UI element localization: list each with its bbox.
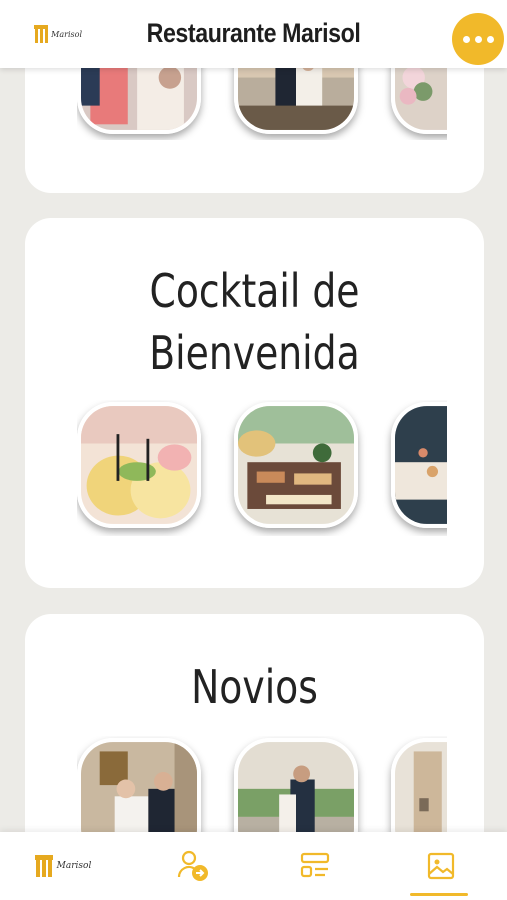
active-tab-indicator bbox=[410, 893, 468, 896]
more-horizontal-icon bbox=[462, 35, 470, 43]
nav-item-guests[interactable] bbox=[130, 832, 256, 900]
section-title: Novios bbox=[191, 660, 318, 714]
logo-mark-icon bbox=[34, 855, 53, 877]
thumbnail-strip bbox=[77, 400, 447, 536]
couple-indoor-photo[interactable] bbox=[77, 738, 201, 832]
section-title-line1: Cocktail de bbox=[149, 264, 360, 318]
flower-decor-photo[interactable] bbox=[391, 60, 447, 134]
couple-outdoor-photo[interactable] bbox=[234, 738, 358, 832]
page-title: Restaurante Marisol bbox=[146, 18, 361, 48]
nav-item-menu[interactable] bbox=[252, 832, 378, 900]
wedding-photo[interactable] bbox=[77, 60, 201, 134]
thumbnail-strip bbox=[77, 60, 447, 140]
image-icon bbox=[427, 852, 455, 880]
bottom-navigation: Marisol bbox=[0, 832, 507, 900]
buffet-food-photo[interactable] bbox=[234, 402, 358, 528]
layout-list-icon bbox=[300, 852, 330, 878]
user-arrow-icon bbox=[177, 850, 208, 881]
app-header: Marisol Restaurante Marisol bbox=[0, 0, 507, 68]
logo-text: Marisol bbox=[56, 861, 92, 871]
couple-on-terrace-photo[interactable] bbox=[234, 60, 358, 134]
dessert-table-photo[interactable] bbox=[391, 402, 447, 528]
nav-item-home[interactable]: Marisol bbox=[0, 832, 126, 900]
more-options-button[interactable] bbox=[452, 13, 504, 65]
cocktail-drinks-photo[interactable] bbox=[77, 402, 201, 528]
nav-item-gallery[interactable] bbox=[378, 832, 504, 900]
thumbnail-strip bbox=[77, 736, 447, 832]
section-card-cocktail[interactable]: Cocktail de Bienvenida bbox=[25, 218, 484, 588]
marisol-logo: Marisol bbox=[34, 855, 92, 877]
couple-building-photo[interactable] bbox=[391, 738, 447, 832]
section-title-line2: Bienvenida bbox=[149, 326, 360, 380]
